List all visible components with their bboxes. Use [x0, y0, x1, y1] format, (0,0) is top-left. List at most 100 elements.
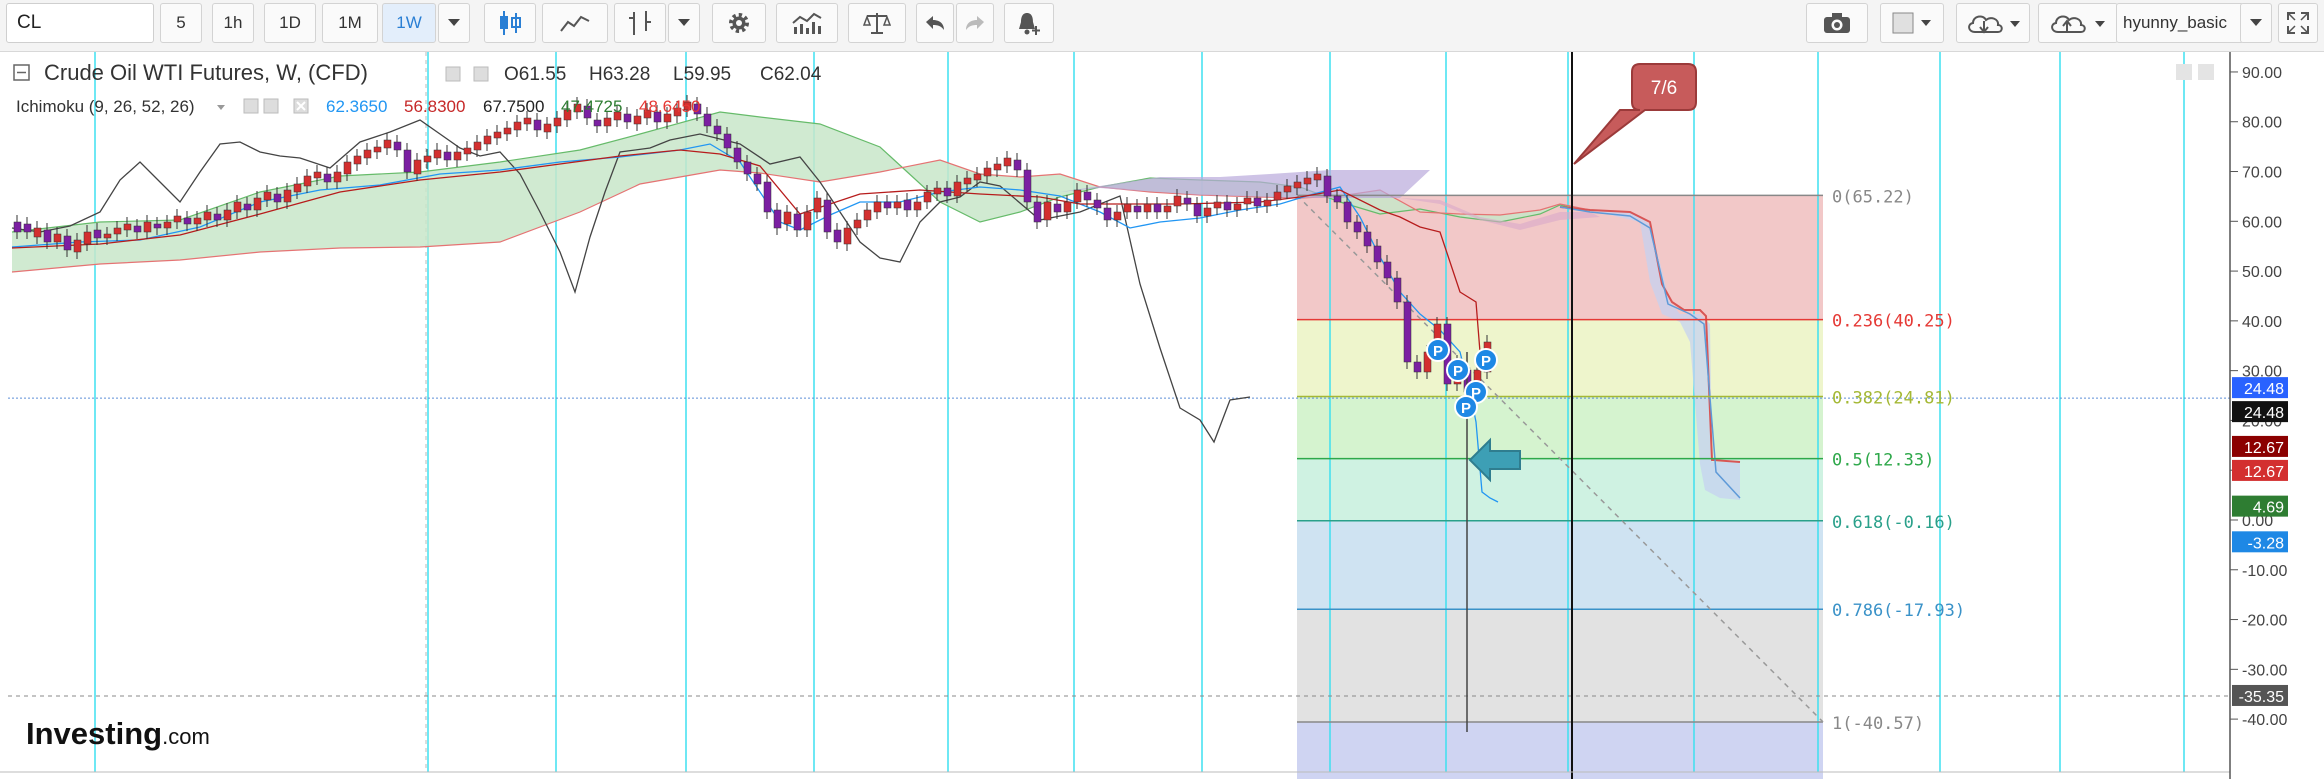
- candle-body: [813, 197, 822, 213]
- line-chart-button[interactable]: [542, 3, 608, 43]
- candle-body: [753, 173, 762, 185]
- candle-body: [303, 175, 312, 187]
- candle-body: [733, 147, 742, 163]
- candle-body: [763, 181, 772, 213]
- price-tick-label: 50.00: [2242, 264, 2282, 281]
- candle-body: [253, 197, 262, 211]
- fullscreen-button[interactable]: [2278, 3, 2318, 43]
- candle-body: [113, 227, 122, 235]
- logo-brand-text: Investing: [26, 716, 162, 751]
- price-badge-label: 4.69: [2253, 500, 2284, 517]
- candle-body: [33, 227, 42, 238]
- position-marker-label: P: [1461, 400, 1471, 417]
- candle-body: [1123, 203, 1132, 213]
- redo-button[interactable]: [956, 3, 994, 43]
- candle-body: [1113, 211, 1122, 221]
- interval-button-5[interactable]: 5: [160, 3, 202, 43]
- chart-canvas[interactable]: PPPPP 0(65.22)0.236(40.25)0.382(24.81)0.…: [0, 52, 2324, 779]
- symbol-search-input[interactable]: [6, 3, 154, 43]
- candle-body: [1003, 157, 1012, 167]
- candle-body: [1263, 199, 1272, 207]
- price-badge-label: 24.48: [2244, 381, 2284, 398]
- candle-body: [383, 139, 392, 149]
- candle-body: [363, 149, 372, 159]
- candles-style-button[interactable]: [484, 3, 536, 43]
- candle-body: [1393, 277, 1402, 303]
- date-callout[interactable]: 7/6: [1573, 63, 1697, 165]
- logo-suffix-text: .com: [162, 724, 210, 749]
- gear-icon[interactable]: [263, 98, 279, 114]
- ichimoku-value-3: 47.4725: [561, 97, 622, 116]
- candle-body: [1173, 195, 1182, 207]
- candle-body: [283, 189, 292, 203]
- candle-body: [773, 209, 782, 229]
- pane-up-icon[interactable]: [2176, 64, 2192, 80]
- user-menu-button[interactable]: hyunny_basic: [2116, 3, 2244, 43]
- candle-body: [1093, 199, 1102, 209]
- color-picker-button[interactable]: [1880, 3, 1944, 43]
- price-tick-label: -20.00: [2242, 613, 2287, 630]
- candle-body: [783, 211, 792, 225]
- price-tick-label: 80.00: [2242, 115, 2282, 132]
- eye-icon[interactable]: [243, 98, 259, 114]
- screenshot-button[interactable]: [1806, 3, 1868, 43]
- pane-down-icon[interactable]: [2198, 64, 2214, 80]
- candle-body: [183, 217, 192, 225]
- candle-body: [323, 173, 332, 183]
- chart-style-dropdown-button[interactable]: [668, 3, 700, 43]
- indicators-button[interactable]: [776, 3, 838, 43]
- candle-body: [1053, 203, 1062, 213]
- interval-button-1m[interactable]: 1M: [322, 3, 378, 43]
- candle-body: [1153, 203, 1162, 213]
- candle-body: [43, 229, 52, 243]
- candle-body: [723, 133, 732, 149]
- price-axis[interactable]: 90.0080.0070.0060.0050.0040.0030.0020.00…: [2229, 52, 2288, 779]
- candle-body: [23, 223, 32, 233]
- candle-body: [963, 177, 972, 185]
- settings-icon[interactable]: [473, 66, 489, 82]
- price-badge-label: -3.28: [2248, 535, 2285, 552]
- fib-level-label: 0.5(12.33): [1832, 451, 1934, 471]
- bell-plus-icon: [1019, 13, 1040, 35]
- load-chart-button[interactable]: [1956, 3, 2030, 43]
- candle-body: [633, 115, 642, 125]
- price-tick-label: -30.00: [2242, 662, 2287, 679]
- save-chart-button[interactable]: [2038, 3, 2118, 43]
- fib-level-label: 0.786(-17.93): [1832, 601, 1965, 621]
- interval-button-1d[interactable]: 1D: [264, 3, 316, 43]
- cloud-download-icon: [1968, 15, 2020, 34]
- candle-body: [163, 221, 172, 229]
- candle-body: [153, 223, 162, 229]
- candle-body: [863, 209, 872, 221]
- candle-body: [193, 217, 202, 225]
- candle-body: [473, 141, 482, 151]
- candle-body: [463, 147, 472, 155]
- candle-body: [213, 213, 222, 221]
- hide-icon[interactable]: [445, 66, 461, 82]
- candle-body: [1353, 221, 1362, 233]
- alert-button[interactable]: [1004, 3, 1054, 43]
- chevron-down-icon: [2250, 19, 2262, 26]
- compare-button[interactable]: [848, 3, 906, 43]
- redo-icon: [966, 16, 984, 30]
- candle-body: [273, 193, 282, 203]
- interval-button-1h[interactable]: 1h: [212, 3, 254, 43]
- price-reference-lines: [8, 397, 2230, 697]
- candle-body: [233, 201, 242, 213]
- price-tick-label: 70.00: [2242, 165, 2282, 182]
- position-marker-label: P: [1453, 363, 1463, 380]
- candle-body: [1023, 169, 1032, 203]
- bars-style-button[interactable]: [614, 3, 666, 43]
- candle-body: [513, 121, 522, 131]
- user-menu-dropdown-button[interactable]: [2240, 3, 2272, 43]
- undo-button[interactable]: [916, 3, 954, 43]
- settings-button[interactable]: [712, 3, 766, 43]
- candle-body: [173, 215, 182, 223]
- candle-body: [203, 211, 212, 221]
- interval-button-1w[interactable]: 1W: [382, 3, 436, 43]
- candle-body: [873, 201, 882, 213]
- candle-body: [1413, 361, 1422, 373]
- interval-dropdown-button[interactable]: [438, 3, 470, 43]
- candle-body: [313, 171, 322, 179]
- price-badge-label: 24.48: [2244, 405, 2284, 422]
